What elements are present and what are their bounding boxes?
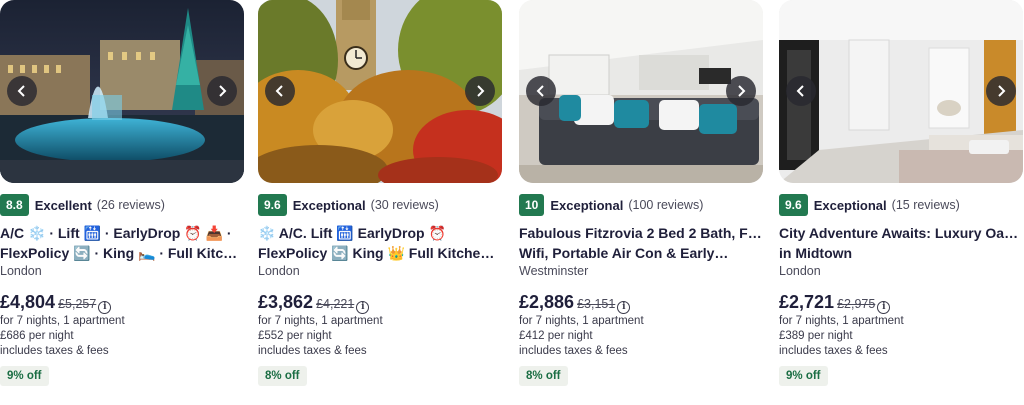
info-icon[interactable]: i (98, 300, 112, 314)
price-row: £3,862 £4,221 i (258, 292, 370, 314)
price-per-night: £552 per night (258, 330, 332, 342)
rating-row: 10 Exceptional (100 reviews) (519, 194, 703, 216)
listing-photo[interactable] (519, 0, 763, 183)
listing-title-line: City Adventure Awaits: Luxury Oasis (779, 225, 1023, 241)
chevron-right-icon (738, 85, 746, 97)
listing-location: London (0, 264, 42, 278)
taxes-note: includes taxes & fees (0, 345, 109, 357)
review-count: (30 reviews) (370, 198, 439, 212)
listing-title-line: FlexPolicy 🔄 · King 🛌 · Full Kitch… (0, 245, 244, 261)
listing-title-line: Fabulous Fitzrovia 2 Bed 2 Bath, Fast (519, 225, 763, 241)
next-photo-button[interactable] (986, 76, 1016, 106)
price-per-night: £412 per night (519, 330, 593, 342)
stay-length: for 7 nights, 1 apartment (0, 315, 125, 327)
original-price: £4,221 (316, 297, 355, 311)
current-price: £4,804 (0, 292, 56, 312)
rating-score-badge: 9.6 (779, 194, 808, 216)
listing-title[interactable]: Fabulous Fitzrovia 2 Bed 2 Bath, Fast Wi… (519, 223, 763, 263)
price-row: £4,804 £5,257 i (0, 292, 112, 314)
info-icon[interactable]: i (617, 300, 631, 314)
chevron-left-icon (275, 85, 283, 97)
next-photo-button[interactable] (726, 76, 756, 106)
chevron-right-icon (219, 85, 227, 97)
rating-row: 9.6 Exceptional (15 reviews) (779, 194, 960, 216)
stay-length: for 7 nights, 1 apartment (779, 315, 904, 327)
listing-carousel: 8.8 Excellent (26 reviews) A/C ❄️ · Lift… (0, 0, 1024, 405)
rating-row: 9.6 Exceptional (30 reviews) (258, 194, 439, 216)
rating-score-badge: 9.6 (258, 194, 287, 216)
original-price: £3,151 (577, 297, 616, 311)
listing-photo[interactable] (779, 0, 1023, 183)
rating-row: 8.8 Excellent (26 reviews) (0, 194, 165, 216)
discount-badge: 9% off (779, 366, 828, 386)
price-row: £2,886 £3,151 i (519, 292, 631, 314)
chevron-right-icon (998, 85, 1006, 97)
prev-photo-button[interactable] (7, 76, 37, 106)
discount-badge: 8% off (258, 366, 307, 386)
prev-photo-button[interactable] (526, 76, 556, 106)
listing-title-line: in Midtown (779, 245, 853, 261)
rating-label: Exceptional (813, 197, 887, 213)
review-count: (26 reviews) (96, 198, 165, 212)
rating-score-badge: 10 (519, 194, 545, 216)
rating-label: Excellent (34, 197, 92, 213)
chevron-left-icon (17, 85, 25, 97)
listing-card[interactable]: 9.6 Exceptional (15 reviews) City Advent… (779, 0, 1023, 405)
discount-badge: 9% off (0, 366, 49, 386)
original-price: £2,975 (837, 297, 876, 311)
listing-photo[interactable] (0, 0, 244, 183)
stay-length: for 7 nights, 1 apartment (519, 315, 644, 327)
price-row: £2,721 £2,975 i (779, 292, 891, 314)
prev-photo-button[interactable] (786, 76, 816, 106)
chevron-right-icon (477, 85, 485, 97)
info-icon[interactable]: i (356, 300, 370, 314)
review-count: (15 reviews) (891, 198, 960, 212)
listing-card[interactable]: 10 Exceptional (100 reviews) Fabulous Fi… (519, 0, 763, 405)
chevron-left-icon (796, 85, 804, 97)
stay-length: for 7 nights, 1 apartment (258, 315, 383, 327)
listing-title-line: FlexPolicy 🔄 King 👑 Full Kitchen… (258, 245, 502, 261)
discount-badge: 8% off (519, 366, 568, 386)
taxes-note: includes taxes & fees (258, 345, 367, 357)
listing-title-line: ❄️ A/C. Lift 🛗 EarlyDrop ⏰ (258, 225, 446, 241)
original-price: £5,257 (58, 297, 97, 311)
prev-photo-button[interactable] (265, 76, 295, 106)
next-photo-button[interactable] (207, 76, 237, 106)
taxes-note: includes taxes & fees (779, 345, 888, 357)
listing-title[interactable]: ❄️ A/C. Lift 🛗 EarlyDrop ⏰ FlexPolicy 🔄 … (258, 223, 502, 263)
info-icon[interactable]: i (877, 300, 891, 314)
listing-location: Westminster (519, 264, 589, 278)
rating-score-badge: 8.8 (0, 194, 29, 216)
listing-photo[interactable] (258, 0, 502, 183)
listing-location: London (779, 264, 821, 278)
price-per-night: £389 per night (779, 330, 853, 342)
rating-label: Exceptional (292, 197, 366, 213)
listing-title[interactable]: A/C ❄️ · Lift 🛗 · EarlyDrop ⏰ 📥 · FlexPo… (0, 223, 244, 263)
current-price: £3,862 (258, 292, 314, 312)
listing-card[interactable]: 9.6 Exceptional (30 reviews) ❄️ A/C. Lif… (258, 0, 502, 405)
chevron-left-icon (536, 85, 544, 97)
taxes-note: includes taxes & fees (519, 345, 628, 357)
listing-location: London (258, 264, 300, 278)
listing-title-line: A/C ❄️ · Lift 🛗 · EarlyDrop ⏰ 📥 · (0, 225, 232, 241)
current-price: £2,721 (779, 292, 835, 312)
listing-card[interactable]: 8.8 Excellent (26 reviews) A/C ❄️ · Lift… (0, 0, 244, 405)
listing-title[interactable]: City Adventure Awaits: Luxury Oasis in M… (779, 223, 1023, 263)
listing-title-line: Wifi, Portable Air Con & Early… (519, 245, 729, 261)
current-price: £2,886 (519, 292, 575, 312)
review-count: (100 reviews) (628, 198, 704, 212)
rating-label: Exceptional (550, 197, 624, 213)
next-photo-button[interactable] (465, 76, 495, 106)
price-per-night: £686 per night (0, 330, 74, 342)
